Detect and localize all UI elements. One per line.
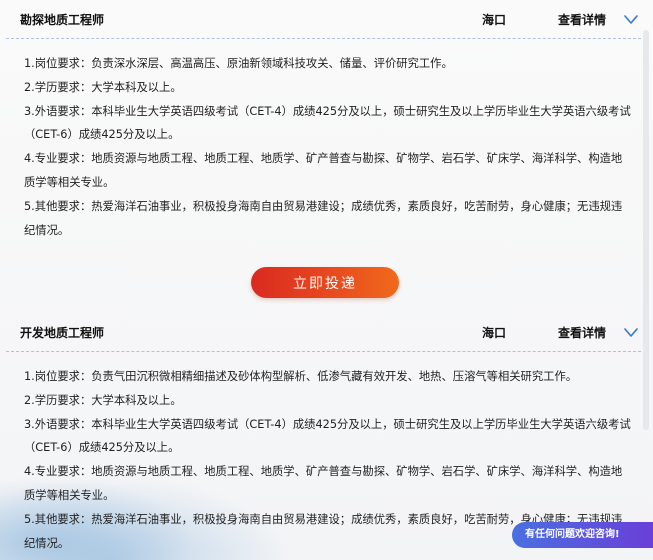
requirement-item: 1.岗位要求：负责气田沉积微相精细描述及砂体构型解析、低渗气藏有效开发、地热、压… bbox=[24, 370, 578, 383]
view-details-link[interactable]: 查看详情 bbox=[558, 11, 606, 28]
job-location: 海口 bbox=[482, 326, 507, 340]
divider bbox=[6, 351, 641, 352]
job-card-1: 勘探地质工程师 海口 查看详情 1.岗位要求：负责深水深层、高温高压、原油新领域… bbox=[0, 0, 641, 237]
job-title: 勘探地质工程师 bbox=[20, 13, 105, 27]
job-card-2: 开发地质工程师 海口 查看详情 1.岗位要求：负责气田沉积微相精细描述及砂体构型… bbox=[0, 313, 641, 550]
requirement-item: 5.其他要求：热爱海洋石油事业，积极投身海南自由贸易港建设；成绩优秀，素质良好，… bbox=[24, 199, 623, 237]
job-header[interactable]: 勘探地质工程师 海口 查看详情 bbox=[0, 0, 641, 34]
chevron-down-icon[interactable] bbox=[623, 326, 639, 338]
chevron-down-icon[interactable] bbox=[623, 13, 639, 25]
requirement-item: 3.外语要求：本科毕业生大学英语四级考试（CET-4）成绩425分及以上，硕士研… bbox=[24, 417, 631, 455]
requirement-item: 1.岗位要求：负责深水深层、高温高压、原油新领域科技攻关、储量、评价研究工作。 bbox=[24, 57, 453, 70]
requirement-item: 4.专业要求：地质资源与地质工程、地质工程、地质学、矿产普查与勘探、矿物学、岩石… bbox=[24, 152, 623, 189]
requirement-item: 2.学历要求：大学本科及以上。 bbox=[24, 393, 182, 407]
divider bbox=[6, 38, 641, 39]
requirement-item: 3.外语要求：本科毕业生大学英语四级考试（CET-4）成绩425分及以上，硕士研… bbox=[24, 104, 631, 142]
requirements-list: 1.岗位要求：负责深水深层、高温高压、原油新领域科技攻关、储量、评价研究工作。 … bbox=[24, 52, 632, 242]
page-background: 勘探地质工程师 海口 查看详情 1.岗位要求：负责深水深层、高温高压、原油新领域… bbox=[0, 0, 653, 560]
requirement-item: 2.学历要求：大学本科及以上。 bbox=[24, 80, 182, 94]
scrollbar[interactable] bbox=[643, 30, 649, 430]
apply-button[interactable]: 立即投递 bbox=[251, 267, 399, 298]
job-location: 海口 bbox=[482, 13, 507, 27]
job-title: 开发地质工程师 bbox=[20, 326, 105, 340]
view-details-link[interactable]: 查看详情 bbox=[558, 324, 606, 341]
consult-button[interactable]: 有任何问题欢迎咨询! bbox=[512, 522, 653, 548]
job-header[interactable]: 开发地质工程师 海口 查看详情 bbox=[0, 313, 641, 347]
requirement-item: 4.专业要求：地质资源与地质工程、地质工程、地质学、矿产普查与勘探、矿物学、岩石… bbox=[24, 465, 623, 502]
